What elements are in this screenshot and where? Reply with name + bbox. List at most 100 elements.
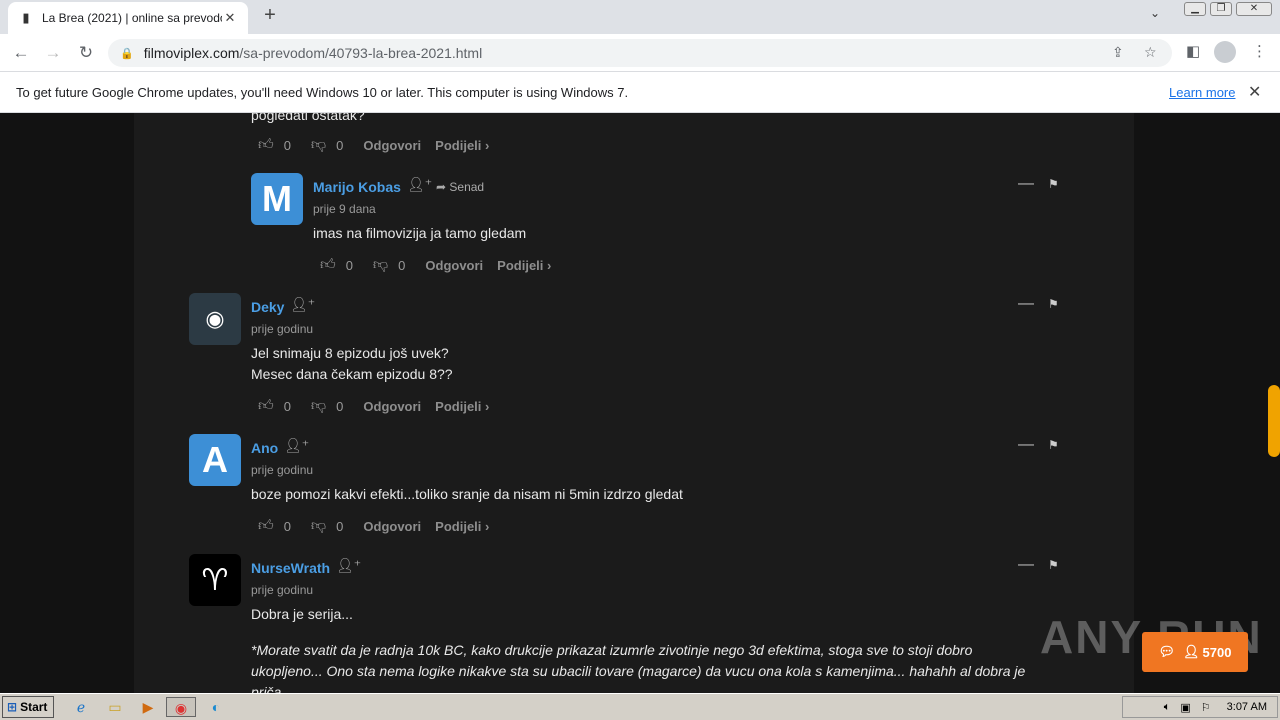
follow-user-icon[interactable]: 👤︎⁺ [336, 557, 361, 574]
media-player-icon[interactable]: ▶ [137, 697, 159, 717]
scrollbar-thumb[interactable] [1268, 385, 1280, 457]
avatar[interactable]: A [189, 434, 241, 486]
comment-author[interactable]: Marijo Kobas [313, 179, 401, 195]
comment-time[interactable]: prije godinu [251, 322, 313, 336]
tab-close-icon[interactable]: ✕ [222, 10, 238, 26]
avatar[interactable]: M [251, 173, 303, 225]
clock[interactable]: 3:07 AM [1227, 701, 1267, 713]
thumbs-down-icon[interactable]: 👎︎ [311, 517, 326, 535]
flag-icon[interactable]: ⚑ [1048, 558, 1059, 572]
chat-button[interactable]: 💬︎ 👤︎ 5700 [1142, 632, 1248, 672]
comment-text: boze pomozi kakvi efekti...toliko sranje… [251, 486, 683, 502]
reply-button[interactable]: Odgovori [363, 519, 421, 534]
chat-icon: 💬︎ [1158, 644, 1176, 659]
thumbs-up-icon[interactable]: 👍︎ [258, 397, 274, 415]
comment-author[interactable]: Ano [251, 440, 278, 456]
share-button[interactable]: Podijeli › [435, 519, 489, 534]
reply-button[interactable]: Odgovori [363, 138, 421, 153]
update-infobar: To get future Google Chrome updates, you… [0, 71, 1280, 113]
collapse-icon[interactable]: — [1018, 556, 1034, 574]
back-icon[interactable]: ← [8, 40, 34, 66]
comment-author[interactable]: NurseWrath [251, 560, 330, 576]
thumbs-down-icon[interactable]: 👎︎ [311, 136, 326, 154]
dislike-count: 0 [398, 257, 406, 273]
share-button[interactable]: Podijeli › [435, 138, 489, 153]
flag-icon[interactable]: ⚑ [1048, 177, 1059, 191]
lock-icon[interactable]: 🔒 [120, 47, 134, 60]
like-count: 0 [283, 398, 291, 414]
address-bar[interactable]: 🔒 filmoviplex.com/sa-prevodom/40793-la-b… [108, 39, 1172, 67]
avatar[interactable]: ◉ [189, 293, 241, 345]
thumbs-up-icon[interactable]: 👍︎ [258, 517, 274, 535]
network-icon[interactable]: ▣ [1180, 701, 1190, 714]
comment-actions: 👍︎ 0 👎︎ 0 Odgovori Podijeli › [258, 136, 503, 154]
collapse-icon[interactable]: — [1018, 436, 1034, 454]
like-count: 0 [345, 257, 353, 273]
dislike-count: 0 [336, 518, 344, 534]
url-path: /sa-prevodom/40793-la-brea-2021.html [239, 45, 483, 61]
user-icon: 👤︎ [1183, 644, 1200, 659]
share-button[interactable]: Podijeli › [497, 258, 551, 273]
comment-actions: 👍︎ 0 👎︎ 0 Odgovori Podijeli › [258, 397, 503, 415]
menu-dots-icon[interactable]: ⋮ [1252, 42, 1267, 60]
windows-taskbar: ⊞ Start ℯ ▭ ▶ ◉ ◐ 🔈︎ ▣ ⚐ 3:07 AM [0, 693, 1280, 720]
ie-icon[interactable]: ℯ [70, 697, 92, 717]
reply-to-name: Senad [449, 180, 485, 194]
learn-more-link[interactable]: Learn more [1169, 85, 1235, 100]
folder-icon[interactable]: ▭ [104, 697, 126, 717]
comment-time[interactable]: prije godinu [251, 463, 313, 477]
new-tab-button[interactable]: + [258, 4, 282, 28]
infobar-close-icon[interactable]: ✕ [1248, 82, 1261, 102]
url-domain: filmoviplex.com [143, 45, 240, 61]
share-icon[interactable]: ⇪ [1112, 44, 1124, 61]
collapse-icon[interactable]: — [1018, 295, 1034, 313]
edge-icon[interactable]: ◐ [205, 697, 227, 717]
thumbs-up-icon[interactable]: 👍︎ [258, 136, 274, 154]
comment-author[interactable]: Deky [251, 299, 284, 315]
comment-text-line: Jel snimaju 8 epizodu još uvek? [251, 345, 449, 361]
comment-text: pogledati ostatak? [251, 113, 365, 123]
restore-icon[interactable]: ❐ [1210, 2, 1232, 16]
comment-time[interactable]: prije godinu [251, 583, 313, 597]
flag-icon[interactable]: ⚑ [1048, 297, 1059, 311]
thumbs-down-icon[interactable]: 👎︎ [311, 397, 326, 415]
comment-time[interactable]: prije 9 dana [313, 202, 376, 216]
tab-search-icon[interactable]: ⌄ [1150, 6, 1160, 20]
start-label: Start [20, 700, 48, 714]
minimize-icon[interactable]: ▁ [1184, 2, 1206, 16]
reply-button[interactable]: Odgovori [425, 258, 483, 273]
reply-button[interactable]: Odgovori [363, 399, 421, 414]
follow-user-icon[interactable]: 👤︎⁺ [407, 176, 432, 193]
flag-tray-icon[interactable]: ⚐ [1201, 701, 1211, 714]
share-button[interactable]: Podijeli › [435, 399, 489, 414]
side-panel-icon[interactable]: ◧ [1186, 42, 1200, 60]
follow-user-icon[interactable]: 👤︎⁺ [284, 437, 309, 454]
browser-toolbar: ← → ↻ 🔒 filmoviplex.com/sa-prevodom/4079… [0, 34, 1280, 71]
system-tray: 🔈︎ ▣ ⚐ 3:07 AM [1122, 696, 1278, 718]
start-button[interactable]: ⊞ Start [2, 696, 54, 718]
volume-icon[interactable]: 🔈︎ [1164, 701, 1171, 714]
chat-count: 5700 [1202, 644, 1232, 660]
dislike-count: 0 [336, 398, 344, 414]
windows-logo-icon: ⊞ [7, 700, 18, 714]
flag-icon[interactable]: ⚑ [1048, 438, 1059, 452]
window-close-icon[interactable]: ✕ [1236, 2, 1272, 16]
browser-tab[interactable]: ▮ La Brea (2021) | online sa prevodom ✕ [8, 2, 248, 34]
tab-strip: ▮ La Brea (2021) | online sa prevodom ✕ … [0, 0, 1280, 34]
thumbs-down-icon[interactable]: 👎︎ [373, 256, 388, 274]
collapse-icon[interactable]: — [1018, 175, 1034, 193]
chrome-icon[interactable]: ◉ [166, 697, 196, 717]
page-viewport: pogledati ostatak? 👍︎ 0 👎︎ 0 Odgovori Podi… [0, 113, 1280, 693]
infobar-message: To get future Google Chrome updates, you… [16, 85, 629, 100]
profile-avatar-icon[interactable] [1214, 41, 1236, 63]
reply-to-label[interactable]: ➦ Senad [436, 180, 484, 194]
avatar[interactable]: ♈ [189, 554, 241, 606]
like-count: 0 [283, 137, 291, 153]
follow-user-icon[interactable]: 👤︎⁺ [290, 296, 315, 313]
forward-icon[interactable]: → [40, 40, 66, 66]
thumbs-up-icon[interactable]: 👍︎ [320, 256, 336, 274]
reload-icon[interactable]: ↻ [73, 40, 99, 66]
comment-actions: 👍︎ 0 👎︎ 0 Odgovori Podijeli › [258, 517, 503, 535]
bookmark-star-icon[interactable]: ☆ [1144, 44, 1157, 61]
comment-text-line: priča... [251, 684, 294, 693]
